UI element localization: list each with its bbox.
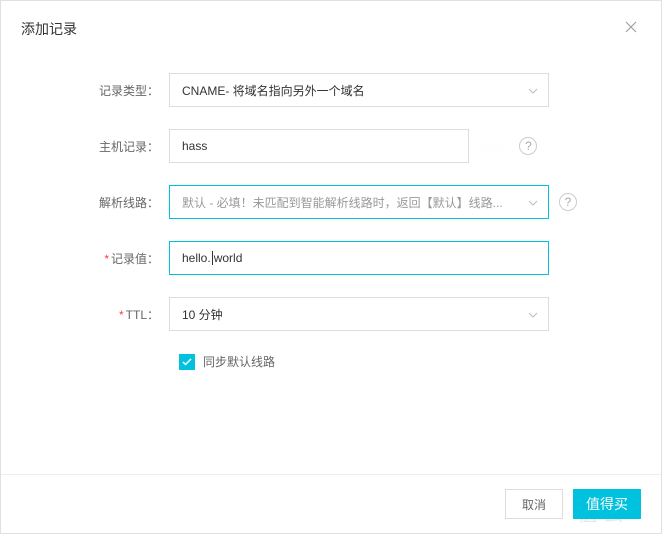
text-cursor [212,251,213,265]
line-select[interactable]: 默认 - 必填！未匹配到智能解析线路时，返回【默认】线路... [169,185,549,219]
record-type-label: 记录类型： [1,82,169,99]
line-label: 解析线路： [1,194,169,211]
sync-default-label: 同步默认线路 [203,353,275,370]
ttl-select[interactable]: 10 分钟 [169,297,549,331]
help-icon[interactable]: ? [519,137,537,155]
chevron-down-icon [528,195,538,209]
ttl-label: *TTL： [1,306,169,323]
chevron-down-icon [528,307,538,321]
domain-suffix: ........ [469,129,509,163]
sync-default-checkbox[interactable] [179,354,195,370]
help-icon[interactable]: ? [559,193,577,211]
record-value-input[interactable]: hello.world [169,241,549,275]
chevron-down-icon [528,83,538,97]
cancel-button[interactable]: 取消 [505,489,563,519]
host-record-input[interactable] [169,129,469,163]
record-value-label: *记录值： [1,250,169,267]
host-record-label: 主机记录： [1,138,169,155]
record-type-select[interactable]: CNAME- 将域名指向另外一个域名 [169,73,549,107]
dns-record-form: 记录类型： CNAME- 将域名指向另外一个域名 主机记录： ........ … [1,53,661,370]
dialog-title: 添加记录 [21,19,77,39]
confirm-button[interactable]: 值得买 [573,489,641,519]
close-icon[interactable] [621,17,641,41]
